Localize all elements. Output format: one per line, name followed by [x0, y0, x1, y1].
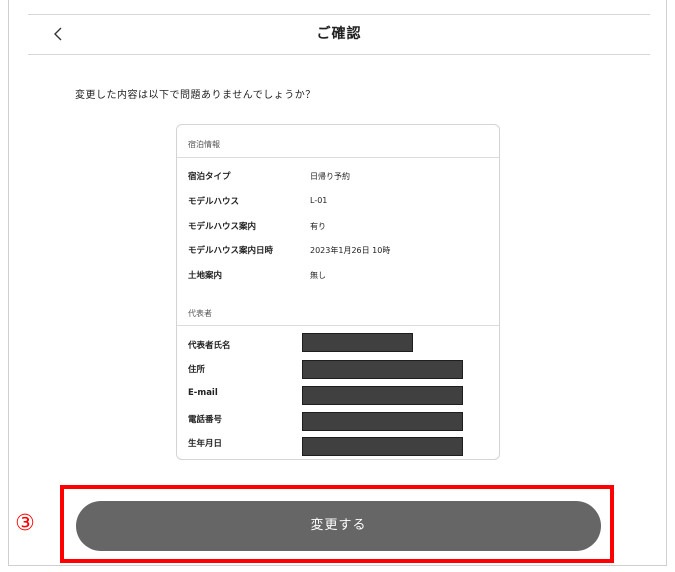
change-button[interactable]: 変更する — [76, 501, 601, 551]
step-marker: ③ — [15, 511, 35, 536]
row-label-birthdate: 生年月日 — [188, 439, 223, 449]
header: ご確認 — [28, 15, 650, 55]
redacted-address — [302, 360, 463, 379]
row-value-model-house: L-01 — [310, 196, 328, 205]
confirmation-question: 変更した内容は以下で問題ありませんでしょうか？ — [75, 90, 316, 101]
redacted-rep-name — [302, 333, 413, 352]
section-divider — [177, 157, 499, 158]
summary-card: 宿泊情報 宿泊タイプ 日帰り予約 モデルハウス L-01 モデルハウス案内 有り… — [176, 124, 500, 460]
row-value-land-guide: 無し — [310, 271, 326, 280]
row-label-guide-datetime: モデルハウス案内日時 — [188, 246, 274, 256]
row-value-guide-datetime: 2023年1月26日 10時 — [310, 246, 391, 255]
row-value-model-house-guide: 有り — [310, 222, 326, 231]
row-label-model-house: モデルハウス — [188, 197, 240, 207]
row-label-land-guide: 土地案内 — [188, 271, 223, 281]
row-label-email: E-mail — [188, 388, 218, 398]
row-label-address: 住所 — [188, 365, 206, 375]
row-label-model-house-guide: モデルハウス案内 — [188, 222, 257, 232]
redacted-email — [302, 386, 463, 405]
row-label-stay-type: 宿泊タイプ — [188, 172, 231, 182]
redacted-phone — [302, 412, 463, 431]
section-label-representative: 代表者 — [188, 309, 212, 318]
page-title: ご確認 — [316, 26, 362, 42]
section-label-stay: 宿泊情報 — [188, 140, 220, 149]
row-label-phone: 電話番号 — [188, 415, 223, 425]
row-label-rep-name: 代表者氏名 — [188, 341, 231, 351]
redacted-birthdate — [302, 437, 463, 456]
row-value-stay-type: 日帰り予約 — [310, 172, 350, 181]
section-divider — [177, 325, 499, 326]
